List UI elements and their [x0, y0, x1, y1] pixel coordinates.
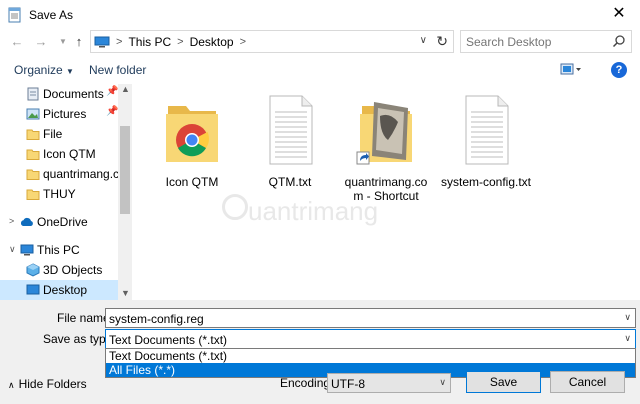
breadcrumb-separator: >: [239, 35, 247, 48]
breadcrumb-desktop[interactable]: Desktop: [190, 35, 234, 49]
folder-icon: [26, 149, 40, 160]
change-view-icon[interactable]: [560, 63, 582, 77]
save-as-type-value: Text Documents (*.txt): [109, 333, 228, 347]
breadcrumb-separator: >: [116, 35, 123, 48]
search-box[interactable]: [460, 30, 632, 53]
watermark: uantrimang: [248, 196, 379, 226]
dropdown-option-text-documents[interactable]: Text Documents (*.txt): [106, 349, 635, 363]
title-bar: Save As ✕: [0, 0, 640, 30]
hide-folders-label: Hide Folders: [18, 377, 87, 391]
breadcrumb-this-pc[interactable]: This PC: [128, 35, 171, 49]
scrollbar-thumb[interactable]: [120, 126, 130, 214]
sidebar-item-quantrimang[interactable]: quantrimang.com: [0, 164, 118, 184]
sidebar-item-label: Icon QTM: [43, 147, 96, 161]
sidebar-item-icon-qtm[interactable]: Icon QTM: [0, 144, 118, 164]
help-button[interactable]: ?: [611, 62, 627, 78]
navigation-pane: Documents 📌 Pictures 📌 File Icon QTM qua…: [0, 84, 132, 300]
chevron-down-icon[interactable]: ∨: [420, 35, 427, 46]
refresh-icon[interactable]: ↻: [436, 33, 448, 50]
sidebar-item-label: 3D Objects: [43, 263, 103, 277]
notepad-icon: [8, 7, 21, 23]
up-button[interactable]: ↑: [71, 34, 87, 50]
sidebar-scrollbar[interactable]: ▲ ▼: [118, 84, 132, 300]
search-icon[interactable]: [612, 34, 626, 48]
file-name: Icon QTM: [165, 175, 219, 189]
pin-icon: 📌: [106, 106, 118, 117]
navigation-bar: ← → ▼ ↑ > This PC > Desktop > ∨ ↻: [0, 30, 640, 54]
sidebar-item-documents[interactable]: Documents 📌: [0, 84, 118, 104]
close-button[interactable]: ✕: [610, 5, 628, 23]
file-name-line: quantrimang.co: [344, 175, 428, 189]
scroll-up-icon[interactable]: ▲: [121, 84, 130, 94]
sidebar-item-desktop[interactable]: Desktop: [0, 280, 118, 300]
save-button[interactable]: Save: [466, 371, 541, 393]
sidebar-item-label: This PC: [37, 243, 80, 257]
sidebar-item-this-pc[interactable]: ∨ This PC: [0, 240, 118, 260]
sidebar-item-label: File: [43, 127, 63, 141]
sidebar-item-thuy[interactable]: THUY: [0, 184, 118, 204]
window-title: Save As: [29, 8, 74, 22]
chrome-folder-icon: [166, 106, 218, 162]
file-list: Icon QTM QTM.txt quantrimang.co m - Short…: [132, 84, 640, 300]
file-item-qtm-txt[interactable]: QTM.txt: [242, 94, 338, 189]
organize-button[interactable]: Organize ▼: [14, 63, 74, 77]
this-pc-icon: [20, 244, 34, 256]
3d-objects-icon: [26, 263, 40, 277]
chevron-up-icon: ∧: [8, 380, 15, 390]
file-name-field[interactable]: system-config.reg ∨: [105, 308, 636, 328]
file-name: system-config.txt: [440, 175, 532, 189]
chevron-down-icon[interactable]: ∨: [439, 377, 446, 388]
sidebar-item-file[interactable]: File: [0, 124, 118, 144]
text-file-icon: [269, 95, 313, 165]
sidebar-item-label: THUY: [43, 187, 76, 201]
desktop-icon: [26, 284, 40, 295]
folder-icon: [26, 169, 40, 180]
new-folder-button[interactable]: New folder: [89, 63, 146, 77]
folder-icon: [26, 189, 40, 200]
file-name: QTM.txt: [268, 175, 312, 189]
file-name-value: system-config.reg: [109, 312, 204, 326]
file-item-quantrimang-shortcut[interactable]: quantrimang.co m - Shortcut: [338, 94, 434, 203]
sidebar-item-onedrive[interactable]: > OneDrive: [0, 212, 118, 232]
watermark-logo: [222, 194, 248, 220]
chevron-down-icon[interactable]: ∨: [9, 244, 16, 255]
hide-folders-button[interactable]: ∧ Hide Folders: [8, 377, 87, 391]
sidebar-item-label: OneDrive: [37, 215, 88, 229]
recent-locations-button[interactable]: ▼: [55, 34, 71, 50]
save-as-type-select[interactable]: Text Documents (*.txt) ∨: [105, 329, 636, 349]
file-item-icon-qtm[interactable]: Icon QTM: [144, 94, 240, 189]
scroll-down-icon[interactable]: ▼: [121, 288, 130, 298]
sidebar-item-label: Desktop: [43, 283, 88, 297]
search-input[interactable]: [461, 31, 601, 52]
sidebar-item-pictures[interactable]: Pictures 📌: [0, 104, 118, 124]
encoding-label: Encoding:: [280, 376, 334, 390]
encoding-value: UTF-8: [331, 377, 365, 391]
back-button[interactable]: ←: [9, 34, 25, 50]
breadcrumb-separator: >: [177, 35, 184, 48]
encoding-select[interactable]: UTF-8 ∨: [327, 373, 451, 393]
this-pc-icon: [94, 36, 110, 47]
sidebar-item-label: Pictures: [43, 107, 87, 121]
chevron-down-icon[interactable]: ∨: [624, 333, 631, 344]
sidebar-item-label: Documents: [43, 87, 104, 101]
chevron-down-icon[interactable]: ∨: [624, 312, 631, 323]
file-item-system-config-txt[interactable]: system-config.txt: [438, 94, 534, 189]
pin-icon: 📌: [106, 86, 118, 97]
sidebar-item-3d-objects[interactable]: 3D Objects: [0, 260, 118, 280]
address-bar[interactable]: > This PC > Desktop > ∨ ↻: [90, 30, 454, 53]
organize-label: Organize: [14, 63, 63, 77]
cancel-button[interactable]: Cancel: [550, 371, 625, 393]
documents-icon: [27, 87, 39, 101]
onedrive-icon: [20, 217, 33, 226]
folder-icon: [26, 129, 40, 140]
forward-button[interactable]: →: [33, 34, 49, 50]
text-file-icon: [465, 95, 509, 165]
sidebar-item-label: quantrimang.com: [43, 167, 118, 181]
chevron-right-icon[interactable]: >: [9, 216, 14, 226]
shortcut-folder-icon: [356, 102, 412, 165]
command-bar: Organize ▼ New folder ?: [0, 58, 640, 82]
chevron-down-icon: ▼: [66, 67, 74, 76]
pictures-icon: [26, 108, 40, 120]
